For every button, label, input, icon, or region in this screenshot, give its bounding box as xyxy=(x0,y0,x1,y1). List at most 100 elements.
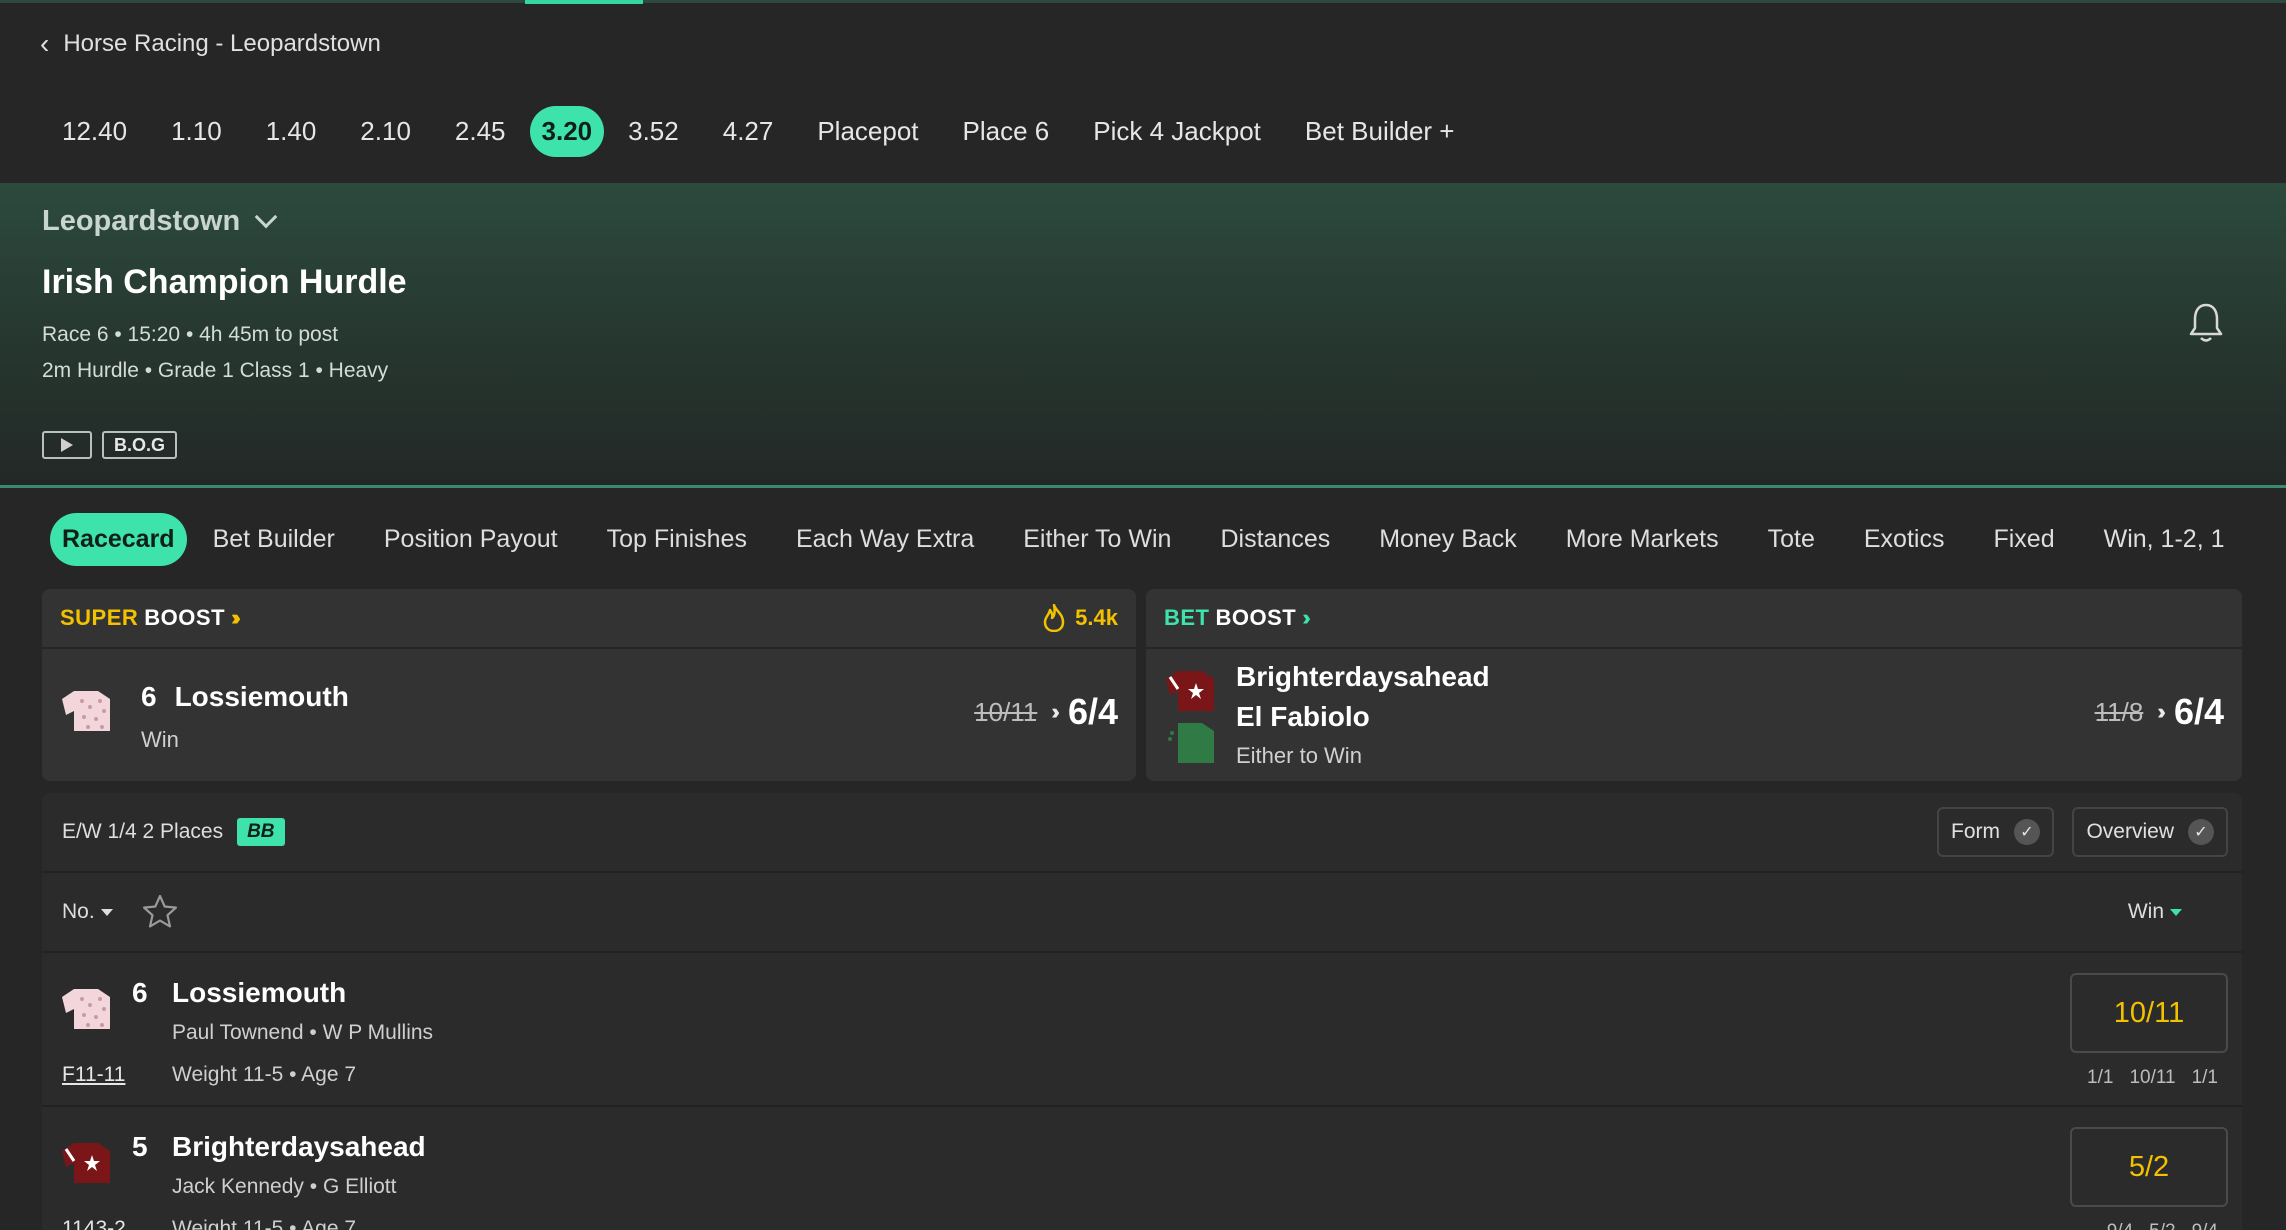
super-boost-label-1: SUPER xyxy=(60,605,139,630)
jockey-silk-icon xyxy=(62,691,110,731)
bet-boost-label-1: BET xyxy=(1164,605,1210,630)
tab-more-markets[interactable]: More Markets xyxy=(1554,513,1731,566)
runner-number: 5 xyxy=(132,1131,148,1162)
old-odds: 11/8 xyxy=(2094,696,2144,727)
tab-each-way-extra[interactable]: Each Way Extra xyxy=(784,513,986,566)
race-time-tab[interactable]: 12.40 xyxy=(42,106,147,157)
tab-placepot[interactable]: Placepot xyxy=(797,106,938,157)
jockey-silk-icon xyxy=(1166,671,1214,711)
sort-caret-icon xyxy=(2170,908,2182,916)
runner-number: 6 xyxy=(132,977,148,1008)
jockey-trainer: Paul Townend • W P Mullins xyxy=(172,1021,434,1044)
race-title: Irish Champion Hurdle xyxy=(42,263,407,301)
runner-row[interactable]: 6 Lossiemouth Paul Townend • W P Mullins… xyxy=(42,953,2242,1107)
old-odds: 10/11 xyxy=(974,696,1038,727)
runner-name: Brighterdaysahead xyxy=(1236,661,1490,692)
jockey-trainer: Jack Kennedy • G Elliott xyxy=(172,1175,397,1198)
boosted-odds[interactable]: 6/4 xyxy=(1068,691,1118,733)
form-toggle[interactable]: Form ✓ xyxy=(1937,807,2054,857)
odds-history-item: 1/1 xyxy=(2087,1067,2114,1088)
boosted-odds[interactable]: 6/4 xyxy=(2174,691,2224,733)
market-name: Either to Win xyxy=(1236,743,1362,768)
tab-either-to-win[interactable]: Either To Win xyxy=(1011,513,1183,566)
tab-money-back[interactable]: Money Back xyxy=(1367,513,1529,566)
race-time-tab[interactable]: 3.52 xyxy=(608,106,699,157)
super-boost-card: SUPER BOOST ››› 5.4k 6 Lossiemouth Win 1… xyxy=(42,589,1136,781)
play-icon xyxy=(61,438,73,452)
win-column-label: Win xyxy=(2127,900,2164,923)
market-tabs: Racecard Bet Builder Position Payout Top… xyxy=(50,513,2261,566)
odds-history: 1/1 10/11 1/1 xyxy=(2087,1067,2218,1089)
tab-pick-4-jackpot[interactable]: Pick 4 Jackpot xyxy=(1073,106,1281,157)
star-icon[interactable] xyxy=(141,893,179,931)
runner-form[interactable]: F11-11 xyxy=(62,1063,125,1087)
chevron-left-icon: ‹ xyxy=(40,28,50,59)
super-boost-title: SUPER BOOST ››› xyxy=(60,605,241,631)
double-chevron-icon: ›› xyxy=(1051,699,1059,724)
jockey-silk-icon xyxy=(1168,723,1214,763)
race-info: Race 6 • 15:20 • 4h 45m to post xyxy=(42,323,339,346)
check-icon: ✓ xyxy=(2014,819,2040,845)
odds-history-item: 10/11 xyxy=(2129,1067,2176,1088)
bell-icon[interactable] xyxy=(2186,301,2226,345)
runner-name: Brighterdaysahead xyxy=(172,1131,426,1162)
weight-age: Weight 11-5 • Age 7 xyxy=(172,1217,357,1230)
double-chevron-icon: ›› xyxy=(2157,699,2165,724)
runner-row[interactable]: 5 Brighterdaysahead Jack Kennedy • G Ell… xyxy=(42,1107,2242,1230)
tab-tote[interactable]: Tote xyxy=(1756,513,1827,566)
race-time-tab[interactable]: 2.45 xyxy=(435,106,526,157)
tab-position-payout[interactable]: Position Payout xyxy=(372,513,570,566)
tab-place-6[interactable]: Place 6 xyxy=(943,106,1070,157)
venue-selector[interactable]: Leopardstown xyxy=(42,205,278,238)
bog-badge: B.O.G xyxy=(102,431,178,459)
odds-history-item: 1/1 xyxy=(2191,1067,2218,1088)
racecard-panel: E/W 1/4 2 Places BB Form ✓ Overview ✓ No… xyxy=(42,793,2242,1230)
double-chevron-icon: ›› xyxy=(1302,605,1310,630)
popularity-count: 5.4k xyxy=(1075,605,1118,630)
market-name: Win xyxy=(141,727,179,752)
sort-caret-icon xyxy=(100,908,113,916)
flame-icon xyxy=(1043,604,1065,632)
top-progress-rule xyxy=(0,0,2286,4)
race-badges: B.O.G xyxy=(42,431,178,459)
tab-racecard[interactable]: Racecard xyxy=(50,513,187,566)
runner-form[interactable]: 1143-2 xyxy=(62,1217,126,1230)
race-time-tab[interactable]: 1.10 xyxy=(151,106,242,157)
race-time-tab-active[interactable]: 3.20 xyxy=(529,106,605,157)
tab-top-finishes[interactable]: Top Finishes xyxy=(595,513,759,566)
race-time-tab[interactable]: 1.40 xyxy=(246,106,337,157)
race-time-tab[interactable]: 2.10 xyxy=(340,106,431,157)
jockey-silk-icon xyxy=(62,1143,110,1183)
race-time-tab[interactable]: 4.27 xyxy=(703,106,794,157)
tab-distances[interactable]: Distances xyxy=(1208,513,1342,566)
bet-boost-selection[interactable]: Brighterdaysahead El Fabiolo Either to W… xyxy=(1146,649,2242,779)
odds-history: 9/4 5/2 9/4 xyxy=(2107,1221,2218,1230)
bet-boost-title: BET BOOST ›› xyxy=(1164,605,1310,631)
race-header: Leopardstown Irish Champion Hurdle Race … xyxy=(0,183,2286,488)
check-icon: ✓ xyxy=(2188,819,2214,845)
race-time-nav: 12.40 1.10 1.40 2.10 2.45 3.20 3.52 4.27… xyxy=(42,106,1475,157)
tab-win-1-2-1[interactable]: Win, 1-2, 1 xyxy=(2092,513,2237,566)
odds-history-item: 9/4 xyxy=(2192,1221,2218,1230)
tab-fixed[interactable]: Fixed xyxy=(1981,513,2066,566)
odds-history-item: 5/2 xyxy=(2149,1221,2175,1230)
live-stream-button[interactable] xyxy=(42,431,92,459)
tab-bet-builder-plus[interactable]: Bet Builder + xyxy=(1285,106,1475,157)
tab-bet-builder[interactable]: Bet Builder xyxy=(201,513,347,566)
top-active-indicator xyxy=(525,0,643,4)
tab-exotics[interactable]: Exotics xyxy=(1852,513,1957,566)
bet-boost-card: BET BOOST ›› Brighterdaysahead El Fabiol… xyxy=(1146,589,2242,781)
overview-toggle[interactable]: Overview ✓ xyxy=(2072,807,2228,857)
runner-name: El Fabiolo xyxy=(1236,701,1370,732)
super-boost-selection[interactable]: 6 Lossiemouth Win 10/11 ›› 6/4 xyxy=(42,649,1136,779)
odds-button[interactable]: 10/11 xyxy=(2070,973,2228,1053)
sort-by-number[interactable]: No. xyxy=(62,900,113,924)
jockey-silk-icon xyxy=(62,989,110,1029)
overview-toggle-label: Overview xyxy=(2086,820,2174,843)
odds-button[interactable]: 5/2 xyxy=(2070,1127,2228,1207)
odds-history-item: 9/4 xyxy=(2107,1221,2133,1230)
breadcrumb[interactable]: ‹ Horse Racing - Leopardstown xyxy=(40,30,381,58)
popularity-indicator: 5.4k xyxy=(1043,604,1118,632)
race-conditions: 2m Hurdle • Grade 1 Class 1 • Heavy xyxy=(42,359,389,382)
sort-by-win-odds[interactable]: Win xyxy=(2128,900,2182,924)
